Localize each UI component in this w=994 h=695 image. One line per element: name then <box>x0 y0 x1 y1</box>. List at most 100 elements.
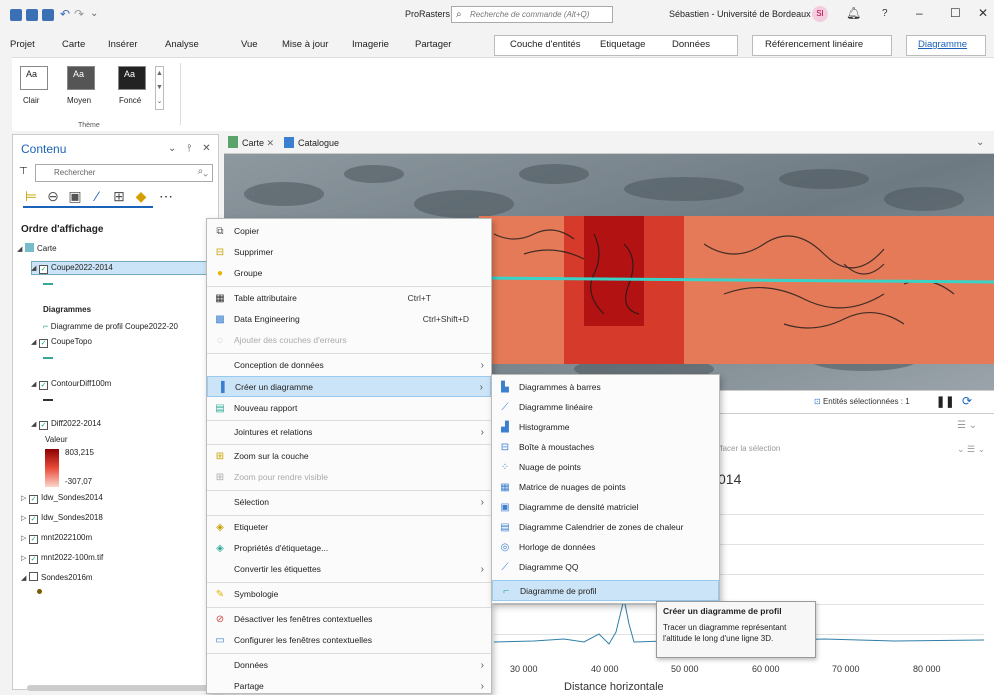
redo-icon[interactable]: ↷ <box>74 7 84 21</box>
menu-item-attribute-table[interactable]: ▦ Table attributaire Ctrl+T <box>207 288 491 309</box>
list-by-editing-icon[interactable]: ⁄ <box>89 188 105 204</box>
visibility-checkbox[interactable]: ✓ <box>29 495 38 504</box>
profile-chart-item[interactable]: ⌐ Diagramme de profil Coupe2022-20 <box>43 321 178 331</box>
menu-item-joins-relates[interactable]: Jointures et relations › <box>207 422 491 443</box>
user-name[interactable]: Sébastien - Université de Bordeaux <box>669 9 811 19</box>
tab-mise-a-jour[interactable]: Mise à jour <box>282 39 328 50</box>
menu-item-zoom-visible[interactable]: ⊞ Zoom pour rendre visible <box>207 467 491 488</box>
filter-icon[interactable]: ⊤ <box>19 166 28 177</box>
open-project-icon[interactable] <box>26 9 38 21</box>
visibility-checkbox[interactable]: ✓ <box>29 555 38 564</box>
theme-light-tile[interactable]: Aa <box>20 66 48 90</box>
chart-menu-icon[interactable]: ☰ ⌄ <box>957 420 977 431</box>
menu-item-configure-popups[interactable]: ▭ Configurer les fenêtres contextuelles <box>207 630 491 651</box>
menu-item-data-clock[interactable]: ◎ Horloge de données <box>492 537 719 558</box>
pane-controls[interactable]: ⌄ ⫯ ✕ <box>168 143 215 154</box>
menu-item-qq-plot[interactable]: ⟋ Diagramme QQ <box>492 557 719 578</box>
visibility-checkbox[interactable]: ✓ <box>39 339 48 348</box>
tab-inserer[interactable]: Insérer <box>108 39 138 50</box>
menu-item-scatter-matrix[interactable]: ▦ Matrice de nuages de points <box>492 477 719 498</box>
menu-item-line-chart[interactable]: ⟋ Diagramme linéaire <box>492 397 719 418</box>
command-search-input[interactable]: ⌕ Recherche de commande (Alt+Q) <box>451 6 613 23</box>
menu-item-disable-popups[interactable]: ⊘ Désactiver les fenêtres contextuelles <box>207 609 491 630</box>
close-button[interactable]: ✕ <box>978 6 988 20</box>
notification-icon[interactable]: 🔔︎ <box>846 6 861 20</box>
horizontal-scrollbar[interactable] <box>27 685 217 691</box>
visibility-checkbox[interactable]: ✓ <box>39 421 48 430</box>
undo-icon[interactable]: ↶ <box>60 7 70 21</box>
menu-item-histogram[interactable]: ▟ Histogramme <box>492 417 719 438</box>
help-icon[interactable]: ? <box>882 8 888 19</box>
visibility-checkbox[interactable]: ✓ <box>39 265 48 274</box>
tab-analyse[interactable]: Analyse <box>165 39 199 50</box>
menu-item-symbology[interactable]: ✎ Symbologie <box>207 584 491 605</box>
layer-idw-sondes2018[interactable]: ▷ ✓ Idw_Sondes2018 <box>21 513 103 524</box>
visibility-checkbox[interactable] <box>29 572 38 581</box>
layer-sondes2016m[interactable]: ◢ Sondes2016m <box>21 572 93 582</box>
chevron-down-icon[interactable]: ⌄ <box>976 137 984 148</box>
tab-referencement-lineaire[interactable]: Référencement linéaire <box>765 39 863 50</box>
menu-item-scatter-plot[interactable]: ⁘ Nuage de points <box>492 457 719 478</box>
more-options-icon[interactable]: ⋯ <box>158 188 174 204</box>
menu-item-data-design[interactable]: Conception de données › <box>207 355 491 376</box>
layer-mnt2022-tif[interactable]: ▷ ✓ mnt2022-100m.tif <box>21 553 103 564</box>
maximize-button[interactable]: ☐ <box>950 6 961 20</box>
list-by-source-icon[interactable]: ⊖ <box>45 188 61 204</box>
tab-map[interactable]: Carte ✕ <box>242 138 274 149</box>
menu-item-data-engineering[interactable]: ▩ Data Engineering Ctrl+Shift+D <box>207 309 491 330</box>
list-by-drawing-order-icon[interactable]: ⊨ <box>23 188 39 204</box>
menu-item-zoom-to-layer[interactable]: ⊞ Zoom sur la couche <box>207 446 491 467</box>
menu-item-box-plot[interactable]: ⊟ Boîte à moustaches <box>492 437 719 458</box>
chart-options-icon[interactable]: ⌄ ☰ ⌄ <box>957 444 985 455</box>
tab-diagramme[interactable]: Diagramme <box>918 39 967 50</box>
layer-contourdiff100m[interactable]: ◢ ✓ ContourDiff100m <box>31 379 111 390</box>
menu-item-add-error-layers[interactable]: ◌ Ajouter des couches d'erreurs <box>207 330 491 351</box>
visibility-checkbox[interactable]: ✓ <box>39 381 48 390</box>
menu-item-calendar-heat[interactable]: ▤ Diagramme Calendrier de zones de chaleu… <box>492 517 719 538</box>
pause-icon[interactable]: ❚❚ <box>936 395 954 408</box>
tab-projet[interactable]: Projet <box>10 39 35 50</box>
visibility-checkbox[interactable]: ✓ <box>29 535 38 544</box>
contents-search-input[interactable]: Rechercher ⌕⌄ <box>35 164 213 182</box>
theme-dark-tile[interactable]: Aa <box>118 66 146 90</box>
menu-item-label-properties[interactable]: ◈ Propriétés d'étiquetage... <box>207 538 491 559</box>
menu-item-label[interactable]: ◈ Etiqueter <box>207 517 491 538</box>
tab-etiquetage[interactable]: Etiquetage <box>600 39 645 50</box>
save-icon[interactable] <box>42 9 54 21</box>
menu-item-convert-labels[interactable]: Convertir les étiquettes › <box>207 559 491 580</box>
avatar[interactable]: SI <box>812 6 828 22</box>
list-by-snapping-icon[interactable]: ⊞ <box>111 188 127 204</box>
quick-access-menu-icon[interactable]: ⌄ <box>90 8 98 19</box>
menu-item-selection[interactable]: Sélection › <box>207 492 491 513</box>
layer-mnt2022100m[interactable]: ▷ ✓ mnt2022100m <box>21 533 92 544</box>
menu-item-copy[interactable]: ⧉ Copier <box>207 221 491 242</box>
menu-item-group[interactable]: ● Groupe <box>207 263 491 284</box>
gallery-scroll[interactable]: ▲ ▼ ⌄ <box>155 66 164 110</box>
map-item[interactable]: ◢ Carte <box>17 243 57 253</box>
menu-item-profile-chart[interactable]: ⌐ Diagramme de profil <box>492 580 719 601</box>
tab-vue[interactable]: Vue <box>241 39 258 50</box>
menu-item-create-chart[interactable]: ▐ Créer un diagramme › <box>207 376 491 397</box>
layer-diff2022-2014[interactable]: ◢ ✓ Diff2022-2014 <box>31 419 101 430</box>
menu-item-remove[interactable]: ⊟ Supprimer <box>207 242 491 263</box>
menu-item-data[interactable]: Données › <box>207 655 491 676</box>
refresh-icon[interactable]: ⟳ <box>962 394 972 408</box>
list-by-selection-icon[interactable]: ▣ <box>67 188 83 204</box>
tab-donnees[interactable]: Données <box>672 39 710 50</box>
close-tab-icon[interactable]: ✕ <box>267 138 275 148</box>
menu-item-share[interactable]: Partage › <box>207 676 491 695</box>
visibility-checkbox[interactable]: ✓ <box>29 515 38 524</box>
new-project-icon[interactable] <box>10 9 22 21</box>
theme-medium-tile[interactable]: Aa <box>67 66 95 90</box>
menu-item-new-report[interactable]: ▤ Nouveau rapport <box>207 398 491 419</box>
list-by-labeling-icon[interactable]: ◆ <box>133 188 149 204</box>
menu-item-bar-chart[interactable]: ▙ Diagrammes à barres <box>492 377 719 398</box>
layer-coupe2022-2014[interactable]: ◢ ✓ Coupe2022-2014 <box>31 263 113 274</box>
layer-coupetopo[interactable]: ◢ ✓ CoupeTopo <box>31 337 92 348</box>
tab-catalog[interactable]: Catalogue <box>298 138 339 148</box>
menu-item-matrix-heat[interactable]: ▣ Diagramme de densité matriciel <box>492 497 719 518</box>
tab-couche-entites[interactable]: Couche d'entités <box>510 39 580 50</box>
minimize-button[interactable]: – <box>916 6 923 20</box>
layer-idw-sondes2014[interactable]: ▷ ✓ Idw_Sondes2014 <box>21 493 103 504</box>
tab-imagerie[interactable]: Imagerie <box>352 39 389 50</box>
